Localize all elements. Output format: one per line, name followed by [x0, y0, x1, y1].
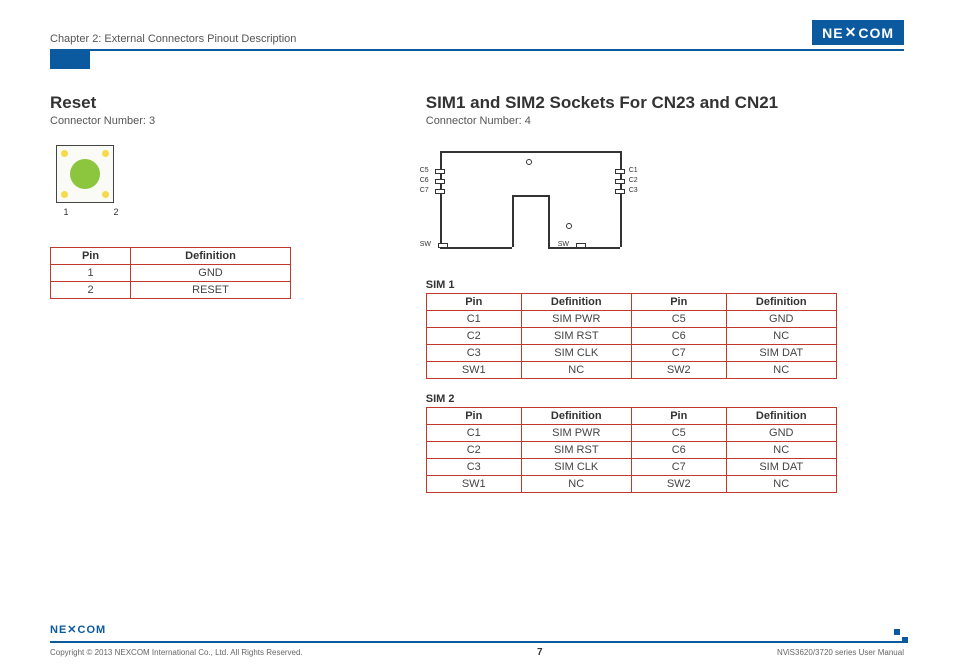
sim-title: SIM1 and SIM2 Sockets For CN23 and CN21 [426, 93, 904, 113]
sim2-table-title: SIM 2 [426, 393, 904, 405]
brand-logo: NE✕COM [812, 20, 904, 45]
table-header: Definition [131, 248, 291, 265]
reset-pin-labels: 1 2 [56, 207, 126, 217]
page-header: Chapter 2: External Connectors Pinout De… [50, 20, 904, 51]
reset-pinout-table: Pin Definition 1 GND 2 RESET [50, 247, 291, 299]
sim-pad-icon [615, 169, 625, 174]
reset-corner-icon [102, 191, 109, 198]
reset-button-icon [70, 159, 100, 189]
page-number: 7 [537, 647, 543, 658]
sim-pad-icon [438, 243, 448, 248]
sim-pad-icon [435, 179, 445, 184]
sim-pin-label: C7 [420, 187, 429, 194]
sim-pad-icon [576, 243, 586, 248]
table-row: C2SIM RSTC6NC [426, 442, 836, 459]
table-row: 2 RESET [51, 282, 291, 299]
table-row: C3SIM CLKC7SIM DAT [426, 459, 836, 476]
reset-pin1-label: 1 [56, 207, 76, 217]
reset-title: Reset [50, 93, 406, 113]
reset-corner-icon [61, 150, 68, 157]
table-row: SW1NCSW2NC [426, 476, 836, 493]
reset-diagram [56, 145, 114, 203]
sim-pin-label: C6 [420, 177, 429, 184]
chapter-title: Chapter 2: External Connectors Pinout De… [50, 33, 296, 45]
sim-pad-icon [615, 189, 625, 194]
table-header: Pin [51, 248, 131, 265]
sim-hole-icon [526, 159, 532, 165]
logo-x-icon: ✕ [67, 624, 77, 636]
sim1-table-title: SIM 1 [426, 279, 904, 291]
header-accent-tab [50, 51, 90, 69]
sim-hole-icon [566, 223, 572, 229]
reset-subtitle: Connector Number: 3 [50, 115, 406, 127]
logo-x-icon: ✕ [845, 24, 858, 41]
sim-pad-icon [435, 169, 445, 174]
page-footer: NE✕COM Copyright © 2013 NEXCOM Internati… [50, 641, 904, 658]
footer-doc-name: NViS3620/3720 series User Manual [777, 648, 904, 657]
sim-pad-icon [435, 189, 445, 194]
sim-pad-icon [615, 179, 625, 184]
table-row: SW1NCSW2NC [426, 362, 836, 379]
reset-corner-icon [61, 191, 68, 198]
sim-subtitle: Connector Number: 4 [426, 115, 904, 127]
sim-pin-label: C5 [420, 167, 429, 174]
sim-sw-label: SW [558, 241, 569, 248]
sim-socket-diagram: C5 C6 C7 C1 C2 C3 SW SW [426, 145, 636, 265]
table-row: C1SIM PWRC5GND [426, 425, 836, 442]
table-row: C2SIM RSTC6NC [426, 328, 836, 345]
sim-pin-label: C3 [629, 187, 638, 194]
table-row: C3SIM CLKC7SIM DAT [426, 345, 836, 362]
reset-corner-icon [102, 150, 109, 157]
footer-brand-logo: NE✕COM [50, 623, 106, 636]
reset-section: Reset Connector Number: 3 1 2 Pin Defini… [50, 93, 426, 507]
sim-sw-label: SW [420, 241, 431, 248]
reset-pin2-label: 2 [106, 207, 126, 217]
sim-pin-label: C1 [629, 167, 638, 174]
table-row: 1 GND [51, 265, 291, 282]
sim2-pinout-table: Pin Definition Pin Definition C1SIM PWRC… [426, 407, 837, 493]
sim1-pinout-table: Pin Definition Pin Definition C1SIM PWRC… [426, 293, 837, 379]
main-content: Reset Connector Number: 3 1 2 Pin Defini… [50, 93, 904, 507]
footer-copyright: Copyright © 2013 NEXCOM International Co… [50, 648, 303, 657]
table-row: C1SIM PWRC5GND [426, 311, 836, 328]
sim-section: SIM1 and SIM2 Sockets For CN23 and CN21 … [426, 93, 904, 507]
sim-pin-label: C2 [629, 177, 638, 184]
